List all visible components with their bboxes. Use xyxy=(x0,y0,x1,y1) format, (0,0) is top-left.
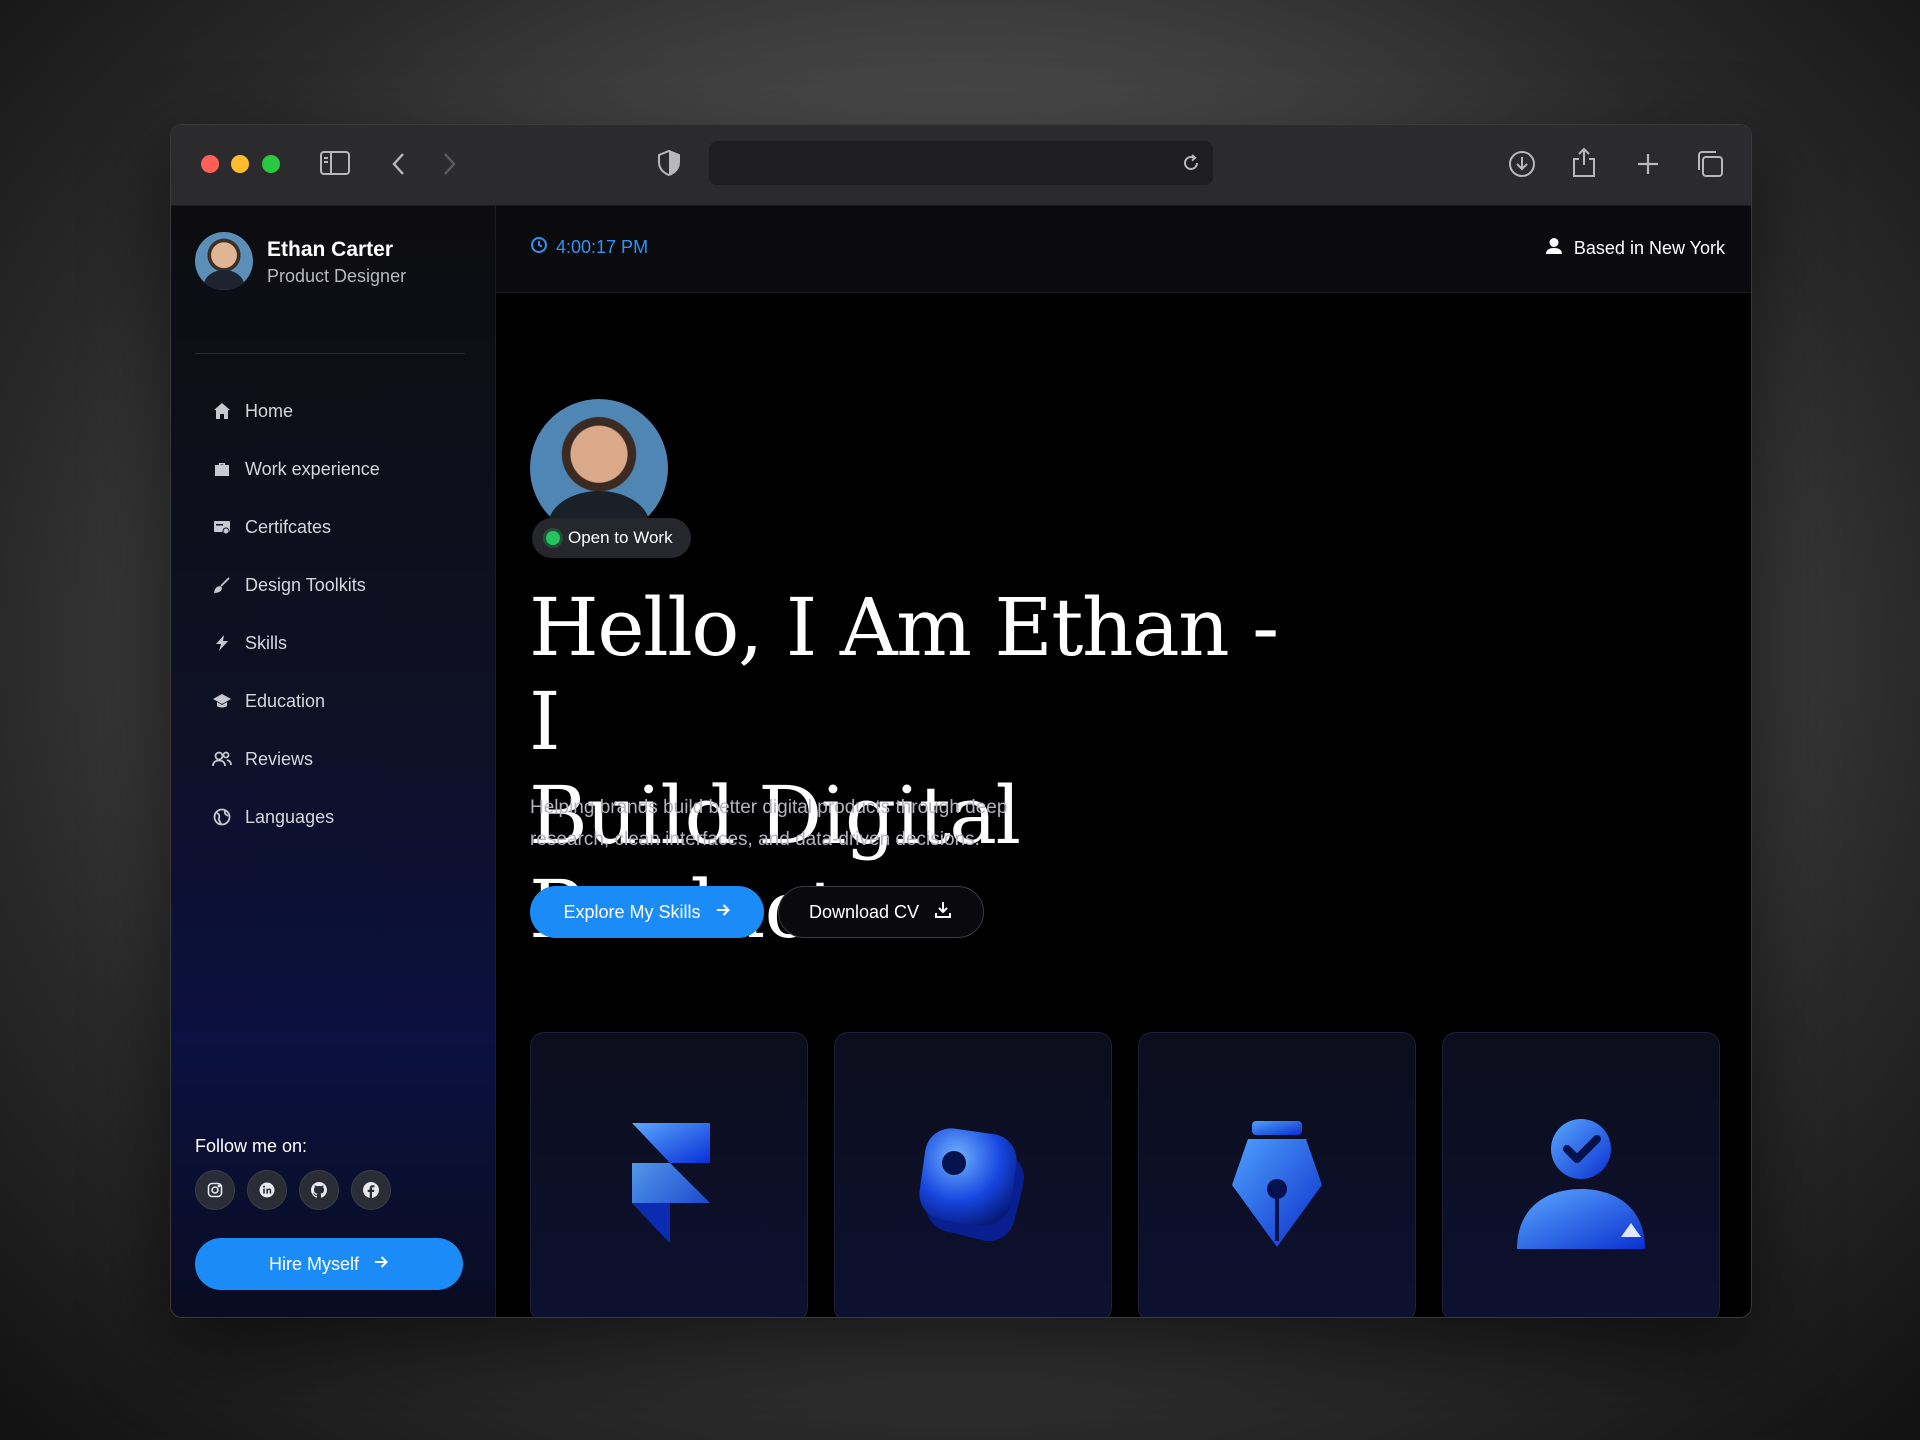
download-cv-button[interactable]: Download CV xyxy=(778,886,984,938)
lightning-icon xyxy=(211,632,233,654)
status-badge: Open to Work xyxy=(532,518,691,558)
sidebar-toggle-icon[interactable] xyxy=(319,150,351,176)
facebook-icon[interactable] xyxy=(351,1170,391,1210)
follow-label: Follow me on: xyxy=(195,1136,308,1156)
download-button-label: Download CV xyxy=(808,901,920,922)
user-location-icon xyxy=(1544,236,1564,261)
sidebar-item-education[interactable]: Education xyxy=(211,672,481,730)
browser-window: Ethan Carter Product Designer Home Work … xyxy=(170,124,1752,1318)
feature-cards xyxy=(530,1032,1730,1317)
hero-avatar xyxy=(530,399,668,537)
feature-card[interactable] xyxy=(1138,1032,1416,1317)
explore-skills-button[interactable]: Explore My Skills xyxy=(530,886,764,938)
back-icon[interactable] xyxy=(391,151,407,177)
profile-role: Product Designer xyxy=(267,266,407,286)
sidebar-item-label: Languages xyxy=(245,806,335,827)
sidebar-item-certificates[interactable]: Certifcates xyxy=(211,498,481,556)
sidebar: Ethan Carter Product Designer Home Work … xyxy=(171,206,496,1317)
main-topbar: 4:00:17 PM Based in New York xyxy=(496,206,1751,293)
users-icon xyxy=(211,748,233,770)
feature-card[interactable] xyxy=(530,1032,808,1317)
sidebar-item-label: Design Toolkits xyxy=(245,574,366,595)
sidebar-divider xyxy=(195,353,465,354)
sidebar-item-work-experience[interactable]: Work experience xyxy=(211,440,481,498)
sidebar-item-label: Reviews xyxy=(245,748,314,769)
explore-button-label: Explore My Skills xyxy=(563,901,701,922)
address-bar[interactable] xyxy=(709,141,1213,185)
reload-icon[interactable] xyxy=(1181,153,1201,173)
location-info: Based in New York xyxy=(1544,236,1725,261)
sidebar-item-label: Work experience xyxy=(245,458,380,479)
sidebar-item-label: Skills xyxy=(245,632,288,653)
pen-nib-icon xyxy=(1232,1121,1322,1247)
profile-header[interactable]: Ethan Carter Product Designer xyxy=(195,232,485,294)
headline-line-1: Hello, I Am Ethan - I xyxy=(529,581,1279,768)
instagram-icon[interactable] xyxy=(195,1170,235,1210)
sidebar-item-label: Education xyxy=(245,690,326,711)
sidebar-item-label: Home xyxy=(245,400,294,421)
verified-user-icon xyxy=(1517,1119,1645,1249)
social-links xyxy=(195,1170,391,1210)
sidebar-item-design-toolkits[interactable]: Design Toolkits xyxy=(211,556,481,614)
sidebar-item-reviews[interactable]: Reviews xyxy=(211,730,481,788)
home-icon xyxy=(211,400,233,422)
arrow-right-icon xyxy=(373,1254,389,1275)
sidebar-item-skills[interactable]: Skills xyxy=(211,614,481,672)
globe-icon xyxy=(211,806,233,828)
linkedin-icon[interactable] xyxy=(247,1170,287,1210)
sidebar-nav: Home Work experience Certifcates Design … xyxy=(211,382,481,846)
time-text: 4:00:17 PM xyxy=(556,237,649,257)
share-icon[interactable] xyxy=(1571,145,1597,179)
arrow-right-icon xyxy=(715,902,731,923)
graduation-cap-icon xyxy=(211,690,233,712)
clock-icon xyxy=(530,236,548,259)
github-icon[interactable] xyxy=(299,1170,339,1210)
avatar xyxy=(195,232,253,290)
browser-toolbar xyxy=(171,125,1751,206)
minimize-window-button[interactable] xyxy=(231,155,249,173)
location-text: Based in New York xyxy=(1573,238,1725,258)
status-text: Open to Work xyxy=(568,528,673,547)
image-stack-icon xyxy=(919,1128,1025,1242)
privacy-shield-icon[interactable] xyxy=(657,149,681,177)
feature-card[interactable] xyxy=(1442,1032,1720,1317)
briefcase-icon xyxy=(211,458,233,480)
download-icon xyxy=(933,900,953,925)
sidebar-item-label: Certifcates xyxy=(245,516,332,537)
main-content: 4:00:17 PM Based in New York Open to Wor… xyxy=(496,206,1751,1317)
new-tab-icon[interactable] xyxy=(1635,151,1661,177)
hire-button-label: Hire Myself xyxy=(268,1253,359,1274)
profile-name: Ethan Carter xyxy=(267,238,394,261)
maximize-window-button[interactable] xyxy=(262,155,280,173)
sidebar-item-home[interactable]: Home xyxy=(211,382,481,440)
brush-icon xyxy=(211,574,233,596)
close-window-button[interactable] xyxy=(201,155,219,173)
framer-logo-icon xyxy=(632,1123,710,1243)
tabs-overview-icon[interactable] xyxy=(1695,149,1725,179)
hero-subtitle: Helping brands build better digital prod… xyxy=(530,797,1008,850)
hire-myself-button[interactable]: Hire Myself xyxy=(195,1238,463,1290)
download-icon[interactable] xyxy=(1507,149,1537,179)
current-time: 4:00:17 PM xyxy=(530,236,648,259)
certificate-icon xyxy=(211,516,233,538)
status-dot xyxy=(546,531,560,545)
feature-card[interactable] xyxy=(834,1032,1112,1317)
forward-icon[interactable] xyxy=(441,151,457,177)
sidebar-item-languages[interactable]: Languages xyxy=(211,788,481,846)
